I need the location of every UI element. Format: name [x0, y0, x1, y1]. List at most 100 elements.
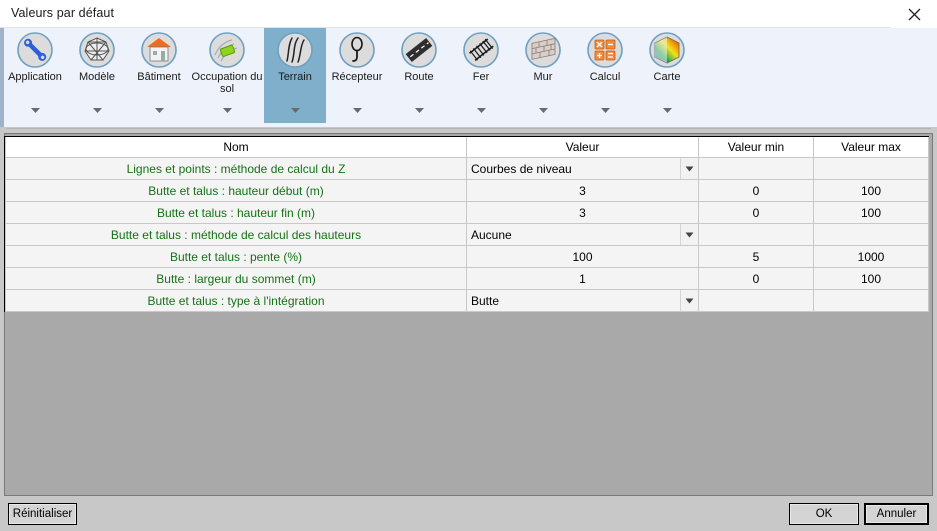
ribbon-tab-carte[interactable]: Carte — [636, 28, 698, 123]
row-min-cell — [698, 157, 814, 180]
row-value-cell[interactable]: Aucune — [466, 223, 699, 246]
table-row[interactable]: Butte et talus : pente (%) 100 5 1000 — [5, 245, 929, 268]
ribbon-tab-label: Mur — [533, 71, 553, 83]
land-use-icon — [208, 31, 246, 69]
row-name-cell: Butte et talus : type à l'intégration — [5, 289, 467, 312]
ribbon-tab-mur[interactable]: Mur — [512, 28, 574, 123]
row-max-cell: 100 — [813, 179, 929, 202]
chevron-down-icon[interactable] — [414, 107, 425, 114]
ribbon-tab-r-cepteur[interactable]: Récepteur — [326, 28, 388, 123]
table-row[interactable]: Butte et talus : type à l'intégration But… — [5, 289, 929, 312]
row-name-cell: Butte et talus : pente (%) — [5, 245, 467, 268]
close-icon — [907, 7, 922, 22]
ribbon-tab-route[interactable]: Route — [388, 28, 450, 123]
table-row[interactable]: Butte et talus : méthode de calcul des h… — [5, 223, 929, 246]
row-max-cell: 100 — [813, 201, 929, 224]
map-color-icon — [648, 31, 686, 69]
dropdown-arrow-icon[interactable] — [680, 224, 698, 245]
chevron-down-icon[interactable] — [30, 107, 41, 114]
row-value-cell[interactable]: Butte — [466, 289, 699, 312]
row-value-cell[interactable]: 100 — [466, 245, 699, 268]
properties-grid[interactable]: Nom Valeur Valeur min Valeur max Lignes … — [4, 136, 929, 312]
ribbon-tab-b-timent[interactable]: Bâtiment — [128, 28, 190, 123]
chevron-down-icon[interactable] — [662, 107, 673, 114]
column-header-nom[interactable]: Nom — [5, 137, 467, 158]
row-name-cell: Lignes et points : méthode de calcul du … — [5, 157, 467, 180]
chevron-down-icon[interactable] — [476, 107, 487, 114]
ribbon-tab-label: Bâtiment — [137, 71, 181, 83]
ribbon-tab-label: Occupation du sol — [191, 71, 263, 95]
row-value-text: 100 — [572, 249, 593, 264]
ribbon-tab-label: Carte — [653, 71, 681, 83]
row-name-cell: Butte : largeur du sommet (m) — [5, 267, 467, 290]
row-max-cell: 100 — [813, 267, 929, 290]
ribbon-tab-application[interactable]: Application — [4, 28, 66, 123]
ribbon-toolbar: Application Modèle Bâtiment Occupation du s… — [4, 28, 937, 127]
terrain-icon — [276, 31, 314, 69]
ribbon-tab-mod-le[interactable]: Modèle — [66, 28, 128, 123]
chevron-down-icon[interactable] — [290, 107, 301, 114]
cancel-button[interactable]: Annuler — [864, 503, 929, 525]
column-header-valeur-min[interactable]: Valeur min — [698, 137, 814, 158]
wrench-icon — [16, 31, 54, 69]
reset-button[interactable]: Réinitialiser — [8, 503, 77, 525]
receiver-icon — [338, 31, 376, 69]
title-bar: Valeurs par défaut — [0, 0, 937, 28]
row-min-cell — [698, 289, 814, 312]
road-icon — [400, 31, 438, 69]
reset-button-label: Réinitialiser — [9, 504, 76, 524]
table-row[interactable]: Lignes et points : méthode de calcul du … — [5, 157, 929, 180]
row-min-cell: 0 — [698, 267, 814, 290]
table-row[interactable]: Butte : largeur du sommet (m) 1 0 100 — [5, 267, 929, 290]
ribbon-tab-label: Terrain — [278, 71, 312, 83]
row-name-cell: Butte et talus : méthode de calcul des h… — [5, 223, 467, 246]
column-header-valeur-max[interactable]: Valeur max — [813, 137, 929, 158]
wall-icon — [524, 31, 562, 69]
column-header-valeur[interactable]: Valeur — [466, 137, 699, 158]
ribbon-tab-fer[interactable]: Fer — [450, 28, 512, 123]
ribbon-tab-label: Modèle — [78, 71, 116, 83]
row-min-cell: 5 — [698, 245, 814, 268]
chevron-down-icon[interactable] — [154, 107, 165, 114]
footer-bar: Réinitialiser OK Annuler — [0, 496, 937, 531]
row-value-text: 1 — [579, 271, 586, 286]
ribbon-tab-terrain[interactable]: Terrain — [264, 28, 326, 123]
row-value-cell[interactable]: Courbes de niveau — [466, 157, 699, 180]
chevron-down-icon[interactable] — [222, 107, 233, 114]
row-value-cell[interactable]: 3 — [466, 201, 699, 224]
ribbon-tab-occupation-du-sol[interactable]: Occupation du sol — [190, 28, 264, 123]
row-name-cell: Butte et talus : hauteur fin (m) — [5, 201, 467, 224]
ribbon-tab-label: Récepteur — [331, 71, 383, 83]
table-row[interactable]: Butte et talus : hauteur fin (m) 3 0 100 — [5, 201, 929, 224]
row-min-cell — [698, 223, 814, 246]
row-max-cell — [813, 289, 929, 312]
cancel-button-label: Annuler — [866, 505, 927, 523]
dropdown-arrow-icon[interactable] — [680, 158, 698, 179]
table-row[interactable]: Butte et talus : hauteur début (m) 3 0 100 — [5, 179, 929, 202]
close-button[interactable] — [891, 0, 937, 28]
ribbon-tab-label: Fer — [472, 71, 490, 83]
row-value-text: Courbes de niveau — [471, 161, 572, 176]
dropdown-arrow-icon[interactable] — [680, 290, 698, 311]
dialog-window: Valeurs par défaut Application Modèle Bâti… — [0, 0, 937, 531]
chevron-down-icon[interactable] — [600, 107, 611, 114]
globe-mesh-icon — [78, 31, 116, 69]
chevron-down-icon[interactable] — [538, 107, 549, 114]
ribbon-tab-strip: Application Modèle Bâtiment Occupation du s… — [4, 28, 698, 127]
row-value-text: Aucune — [471, 227, 512, 242]
ribbon-tab-calcul[interactable]: Calcul — [574, 28, 636, 123]
row-max-cell — [813, 157, 929, 180]
row-value-cell[interactable]: 1 — [466, 267, 699, 290]
chevron-down-icon[interactable] — [352, 107, 363, 114]
building-icon — [140, 31, 178, 69]
ok-button[interactable]: OK — [789, 503, 859, 525]
calculator-icon — [586, 31, 624, 69]
properties-table: Nom Valeur Valeur min Valeur max Lignes … — [5, 137, 929, 312]
ribbon-tab-label: Application — [8, 71, 62, 83]
chevron-down-icon[interactable] — [92, 107, 103, 114]
row-min-cell: 0 — [698, 179, 814, 202]
table-header-row: Nom Valeur Valeur min Valeur max — [5, 137, 929, 158]
ribbon-tab-label: Route — [404, 71, 434, 83]
ok-button-label: OK — [790, 504, 858, 524]
row-value-cell[interactable]: 3 — [466, 179, 699, 202]
